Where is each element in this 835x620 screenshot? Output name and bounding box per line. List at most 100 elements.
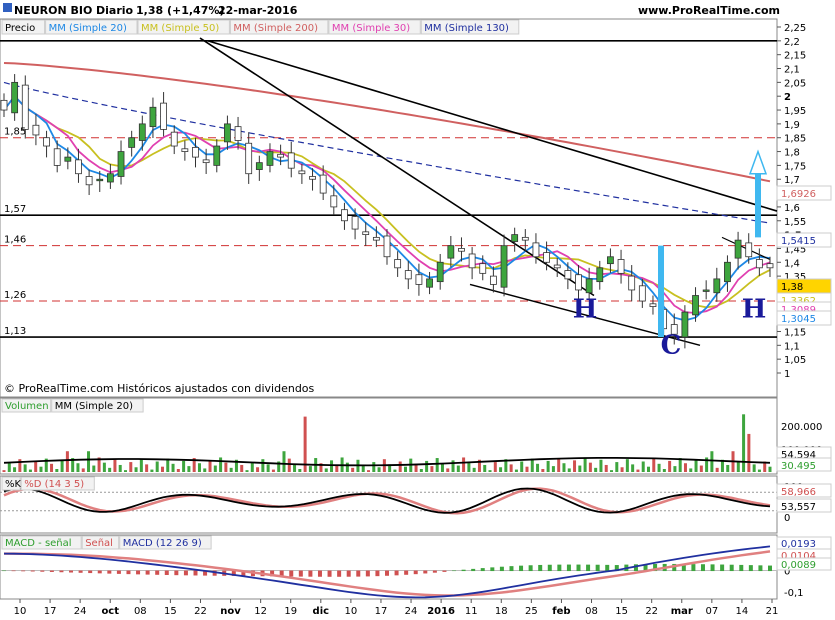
macd-histogram-bar [720,564,725,572]
volume-bar [240,464,244,472]
volume-bar [298,469,302,472]
value-tag: 53,557 [781,502,816,513]
macd-histogram-bar [452,570,457,572]
candle-body [149,106,157,128]
volume-bar [229,467,233,472]
volume-bar [636,469,640,472]
candle-body [181,148,189,152]
candle-body [362,231,370,236]
pattern-label: H [742,295,767,325]
volume-bar [419,469,423,472]
macd-histogram-bar [566,564,571,572]
macd-histogram-bar [490,567,495,572]
price-tick-label: 2,15 [784,51,806,62]
macd-histogram-bar [164,570,169,575]
volume-bar [367,470,371,472]
candle-body [500,245,508,288]
candle-body [468,253,476,269]
x-tick-label: 25 [525,606,538,617]
candle-body [85,176,93,186]
candle-body [266,151,274,166]
volume-bar [23,464,27,472]
candle-body [511,234,519,242]
x-tick-label: 08 [134,606,147,617]
volume-bar [425,460,429,472]
price-tick-label: 1,9 [784,120,800,131]
volume-bar [646,466,650,472]
volume-bar [683,463,687,472]
volume-tick-label: 200.000 [781,422,822,433]
macd-histogram-bar [317,570,322,577]
volume-bar [271,469,275,472]
macd-histogram-bar [174,570,179,576]
volume-bar [124,470,128,472]
volume-bar [129,462,133,472]
level-label: 1,46 [4,235,26,246]
macd-histogram-bar [78,570,83,573]
candle-body [383,235,391,258]
candle-body [521,236,529,241]
volume-bar [652,458,656,472]
candle-body [53,148,61,166]
candle-body [585,278,593,294]
macd-histogram-bar [748,565,753,572]
macd-histogram-bar [700,564,705,572]
volume-bar [483,464,487,472]
x-tick-label: 22 [194,606,207,617]
header: NEURON BIO Diario 1,38 (+1,47%) 22-mar-2… [3,3,780,17]
macd-histogram-bar [40,570,45,572]
volume-bar [155,461,159,472]
macd-histogram-bar [394,570,399,576]
macd-histogram-bar [183,570,188,576]
level-label: 1,13 [4,326,26,337]
candle-body [745,242,753,258]
macd-histogram-bar [480,568,485,572]
volume-bar [261,459,265,472]
volume-bar [219,457,223,472]
candle-body [106,173,114,183]
macd-histogram-bar [88,570,93,574]
volume-bar [604,464,608,472]
menu-icon[interactable] [3,3,12,12]
volume-bar [694,460,698,472]
volume-bar [747,433,751,472]
macd-histogram-bar [423,570,428,574]
macd-histogram-bar [107,570,112,574]
timeframe: Diario [96,4,134,17]
volume-bar [324,468,328,472]
candle-body [426,278,433,288]
volume-bar [55,469,59,472]
volume-bar [203,468,207,472]
legend-label: MM (Simple 130) [424,23,509,34]
volume-bar [250,462,254,472]
stoch-panel [0,475,778,534]
stock-chart: NEURON BIO Diario 1,38 (+1,47%) 22-mar-2… [0,3,832,617]
value-tag: 30.495 [781,461,816,472]
volume-bar [641,461,645,472]
volume-bar [499,467,503,472]
x-tick-label: 17 [375,606,388,617]
candle-body [330,195,338,208]
price-tick-label: 1,6 [784,203,800,214]
date: 22-mar-2016 [218,4,298,17]
volume-bar [467,462,471,472]
candle-body [479,263,487,274]
macd-histogram-bar [538,564,543,572]
legend-label: Volumen [5,401,49,412]
volume-legend: Volumen MM (Simple 20) [1,398,144,413]
price-tick-label: 1,15 [784,327,806,338]
candle-body [724,261,731,283]
level-label: 1,85 [4,127,26,138]
price-tick-label: 1,8 [784,148,800,159]
price-tick-label: 1,1 [784,341,800,352]
macd-histogram-bar [193,570,198,576]
volume-bar [631,464,635,472]
volume-bar [224,462,228,472]
candle-body [21,84,29,130]
candle-body [734,239,742,259]
volume-bar [588,462,592,472]
volume-bar [76,463,80,472]
macd-histogram-bar [595,564,600,572]
x-tick-label: 10 [345,606,358,617]
price-tick-label: 1,95 [784,106,806,117]
